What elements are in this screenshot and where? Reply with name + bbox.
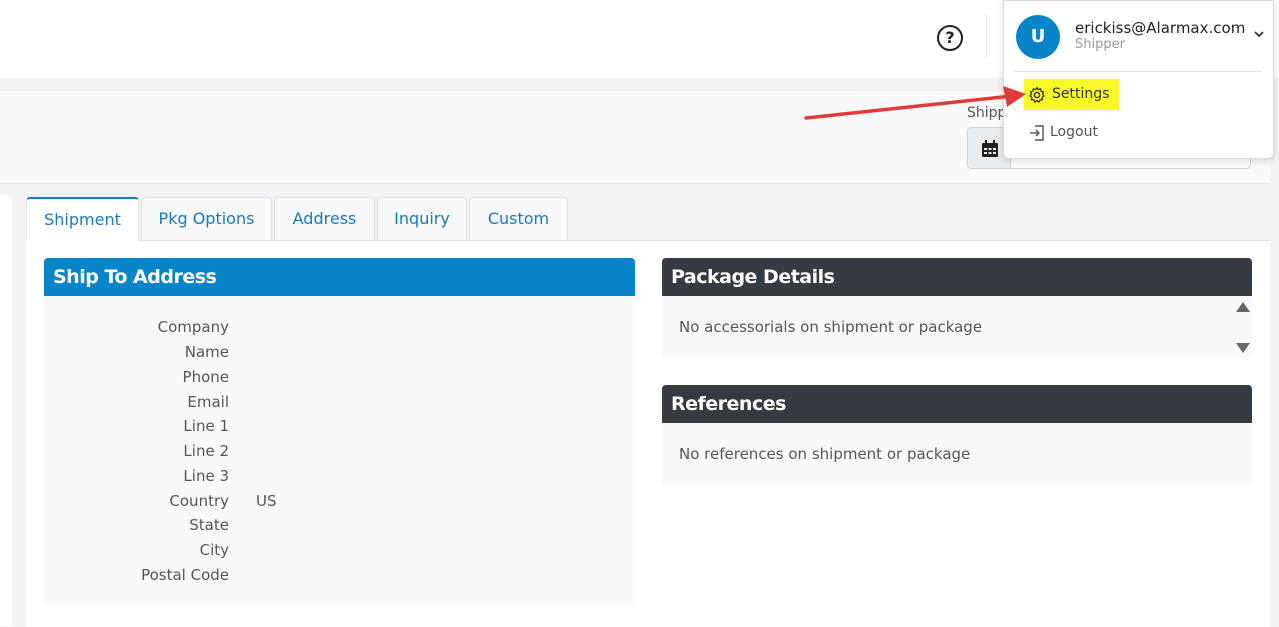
address-label-country: Country [169, 492, 229, 510]
address-label-line1: Line 1 [183, 417, 229, 435]
address-label-line2: Line 2 [183, 442, 229, 460]
address-label-name: Name [184, 343, 229, 361]
gear-icon [1029, 86, 1045, 103]
settings-menu-item[interactable]: Settings [1024, 79, 1119, 110]
address-label-city: City [199, 541, 229, 559]
tab-custom[interactable]: Custom [469, 197, 568, 240]
calendar-icon [982, 140, 998, 157]
references-empty-text: No references on shipment or package [679, 445, 971, 463]
references-card: References No references on shipment or … [662, 385, 1252, 486]
chevron-down-icon[interactable] [1252, 27, 1266, 41]
address-label-line3: Line 3 [183, 467, 229, 485]
menu-divider [1014, 71, 1262, 72]
ship-to-address-title: Ship To Address [44, 258, 635, 296]
header-divider [986, 14, 987, 58]
logout-icon [1030, 125, 1044, 141]
sidebar-edge [0, 195, 12, 626]
package-details-card: Package Details No accessorials on shipm… [662, 258, 1252, 358]
tab-shipment[interactable]: Shipment [26, 197, 139, 241]
question-circle-icon[interactable]: ? [937, 25, 963, 51]
address-label-email: Email [187, 393, 229, 411]
address-fields: Company Name Phone Email Line 1 Line 2 L… [44, 296, 635, 606]
scroll-up-arrow-icon[interactable] [1236, 302, 1250, 312]
user-email: erickiss@Alarmax.com [1075, 19, 1246, 37]
logout-label: Logout [1050, 124, 1098, 140]
address-label-company: Company [157, 318, 229, 336]
ship-date-label: Shipp [967, 105, 1007, 121]
references-title: References [662, 385, 1252, 423]
user-dropdown-menu: U erickiss@Alarmax.com Shipper Settings … [1003, 0, 1274, 159]
ship-to-address-card: Ship To Address Company Name Phone Email… [44, 258, 635, 606]
user-role: Shipper [1075, 37, 1125, 52]
scroll-down-arrow-icon[interactable] [1236, 343, 1250, 353]
address-label-state: State [189, 516, 229, 534]
tab-pkg-options[interactable]: Pkg Options [141, 197, 272, 240]
avatar[interactable]: U [1016, 15, 1060, 59]
package-details-title: Package Details [662, 258, 1252, 296]
address-value-country: US [256, 492, 277, 510]
address-label-phone: Phone [182, 368, 229, 386]
package-details-empty-text: No accessorials on shipment or package [679, 318, 983, 336]
address-label-postal-code: Postal Code [141, 566, 229, 584]
logout-menu-item[interactable]: Logout [1026, 122, 1126, 144]
tab-address[interactable]: Address [274, 197, 375, 240]
settings-label: Settings [1052, 86, 1110, 102]
tab-inquiry[interactable]: Inquiry [377, 197, 467, 240]
